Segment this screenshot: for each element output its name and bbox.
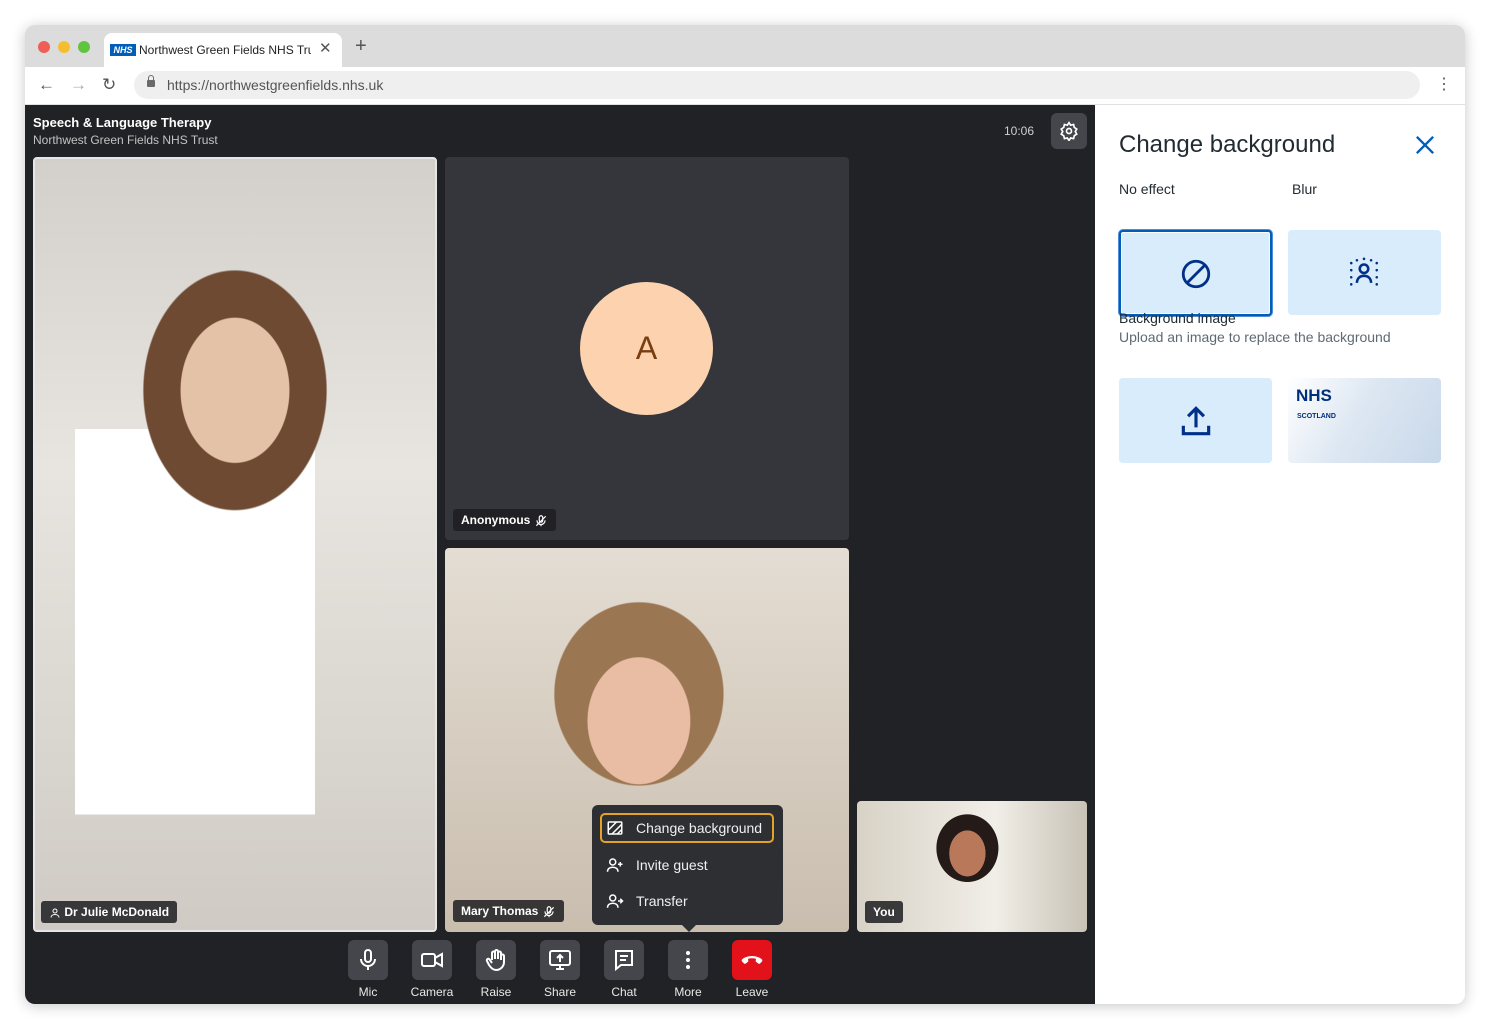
camera-icon [421, 952, 443, 968]
nhs-logo-text: NHS [1296, 386, 1332, 405]
menu-item-invite-guest[interactable]: Invite guest [600, 850, 774, 880]
more-menu: Change background Invite guest Transfer [592, 805, 783, 932]
participant-name-label: Dr Julie McDonald [41, 901, 178, 923]
back-icon[interactable]: ← [38, 76, 55, 94]
browser-window: NHS Northwest Green Fields NHS Trust ✕ +… [25, 25, 1465, 1004]
menu-item-transfer[interactable]: Transfer [600, 886, 774, 916]
hand-icon [485, 949, 505, 972]
camera-button[interactable] [412, 940, 452, 980]
blur-option[interactable] [1288, 230, 1441, 315]
video-call-stage: Speech & Language Therapy Northwest Gree… [25, 105, 1095, 1004]
background-image-subtitle: Upload an image to replace the backgroun… [1119, 329, 1391, 345]
more-button[interactable] [668, 940, 708, 980]
background-icon [607, 821, 623, 835]
participant-name: Mary Thomas [461, 904, 539, 918]
prohibited-icon [1181, 259, 1211, 289]
mic-muted-icon [535, 514, 546, 527]
more-control: More [668, 940, 708, 1004]
chat-control: Chat [604, 940, 644, 1004]
mic-button[interactable] [348, 940, 388, 980]
browser-menu-icon[interactable]: ⋮ [1436, 77, 1452, 93]
lock-icon [147, 75, 155, 87]
video-tile-anonymous[interactable]: A Anonymous [445, 157, 849, 540]
settings-button[interactable] [1051, 113, 1087, 149]
participant-name-label: Mary Thomas [453, 900, 564, 922]
forward-icon[interactable]: → [70, 76, 87, 94]
browser-toolbar: ← → ↻ https://northwestgreenfields.nhs.u… [25, 67, 1465, 105]
nhs-scotland-background-option[interactable]: NHS SCOTLAND [1288, 378, 1441, 463]
menu-item-label: Invite guest [636, 857, 708, 873]
maximize-window-button[interactable] [78, 41, 90, 53]
blur-person-icon [1349, 257, 1379, 286]
raise-control: Raise [476, 940, 516, 1004]
new-tab-icon[interactable]: + [355, 36, 367, 56]
tab-title: Northwest Green Fields NHS Trust [139, 43, 311, 57]
menu-item-label: Change background [636, 820, 763, 836]
video-tile-self[interactable]: You [857, 801, 1087, 932]
upload-icon [1181, 406, 1211, 436]
menu-item-change-background[interactable]: Change background [600, 813, 774, 843]
close-window-button[interactable] [38, 41, 50, 53]
session-subtitle: Northwest Green Fields NHS Trust [33, 133, 218, 147]
chat-icon [615, 950, 633, 972]
address-bar[interactable]: https://northwestgreenfields.nhs.uk [134, 71, 1420, 99]
leave-control: Leave [732, 940, 772, 1004]
reload-icon[interactable]: ↻ [102, 76, 116, 94]
gear-icon [1060, 121, 1078, 141]
participant-name: Dr Julie McDonald [64, 905, 170, 919]
video-tile-dr-julie-mcdonald[interactable]: Dr Julie McDonald [33, 157, 437, 932]
camera-control: Camera [411, 940, 453, 1004]
url-text: https://northwestgreenfields.nhs.uk [167, 77, 384, 93]
background-image-title: Background image [1119, 310, 1236, 326]
tab-close-icon[interactable]: ✕ [319, 41, 332, 57]
minimize-window-button[interactable] [58, 41, 70, 53]
person-add-icon [606, 858, 623, 872]
person-transfer-icon [606, 894, 624, 908]
upload-image-option[interactable] [1119, 378, 1272, 463]
share-control: Share [540, 940, 580, 1004]
call-clock: 10:06 [1004, 124, 1035, 138]
control-label: Leave [735, 985, 769, 999]
participant-name-label: Anonymous [453, 509, 556, 531]
no-effect-option[interactable] [1119, 230, 1272, 316]
more-icon [686, 951, 690, 969]
phone-hangup-icon [741, 956, 763, 964]
share-screen-icon [549, 950, 571, 970]
mic-muted-icon [543, 905, 554, 918]
person-icon [50, 908, 60, 918]
tab-strip: NHS Northwest Green Fields NHS Trust ✕ + [25, 25, 1465, 67]
chat-button[interactable] [604, 940, 644, 980]
panel-title: Change background [1119, 131, 1336, 158]
participant-name-label: You [865, 901, 903, 923]
avatar: A [580, 282, 713, 415]
close-icon [1416, 136, 1434, 154]
participant-name: You [873, 905, 895, 919]
mic-control: Mic [348, 940, 388, 1004]
session-title: Speech & Language Therapy [33, 115, 212, 130]
no-effect-label: No effect [1119, 181, 1175, 197]
menu-item-label: Transfer [636, 893, 688, 909]
participant-name: Anonymous [461, 513, 531, 527]
raise-hand-button[interactable] [476, 940, 516, 980]
share-button[interactable] [540, 940, 580, 980]
leave-button[interactable] [732, 940, 772, 980]
browser-tab[interactable]: NHS Northwest Green Fields NHS Trust ✕ [104, 33, 342, 67]
mic-icon [360, 949, 376, 970]
blur-label: Blur [1292, 181, 1317, 197]
change-background-panel: Change background No effect Blur Backgro… [1095, 105, 1465, 1004]
nhs-favicon: NHS [110, 44, 136, 56]
close-panel-button[interactable] [1411, 131, 1439, 164]
nhs-logo-subtext: SCOTLAND [1297, 413, 1336, 420]
